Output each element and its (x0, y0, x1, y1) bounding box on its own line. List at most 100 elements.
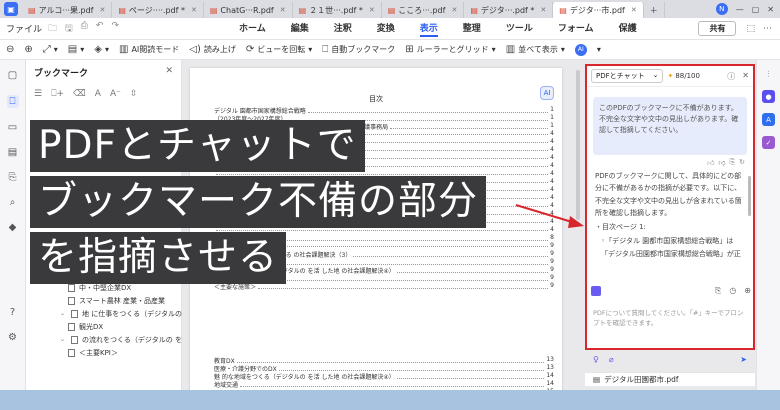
bookmark-item[interactable]: ＜主要KPI＞ (26, 346, 182, 359)
menu-item[interactable]: 整理 (463, 21, 481, 37)
new-chat-icon[interactable]: ⊕ (744, 286, 751, 296)
bookmark-label: ＜主要KPI＞ (79, 348, 118, 357)
undo-icon[interactable]: ↶ (96, 21, 104, 37)
print-icon[interactable]: ⎙ (81, 21, 88, 37)
tab-label: ChatG···R.pdf (220, 5, 274, 15)
menu-item[interactable]: 保護 (619, 21, 637, 37)
ai-assistant-icon[interactable]: ● (762, 90, 775, 103)
thumbnail-icon[interactable]: ▢ (8, 70, 17, 81)
ai-chat-badge-icon[interactable]: AI (540, 86, 554, 100)
check-icon[interactable]: ✓ (762, 136, 775, 149)
attach-icon[interactable]: ⌀ (609, 355, 614, 364)
help-circle-icon[interactable]: ⓘ (727, 71, 735, 82)
bookmark-item[interactable]: スマート農林 産業・品産業 (26, 294, 182, 307)
copy-answer-icon[interactable]: ⎘ (715, 286, 721, 296)
close-panel-icon[interactable]: ✕ (165, 66, 173, 79)
minimize-icon[interactable]: — (736, 5, 744, 14)
list-icon[interactable]: ☰ (34, 89, 42, 99)
font-larger-icon[interactable]: A (95, 89, 101, 99)
save-icon[interactable]: 🖫 (65, 21, 73, 37)
chevron-down-icon[interactable]: ⌄ (60, 310, 67, 317)
menu-item[interactable]: 注釈 (334, 21, 352, 37)
stack-icon[interactable]: ◆ (9, 222, 17, 233)
bookmark-item[interactable]: 観光DX (26, 320, 182, 333)
close-tab-icon[interactable]: ✕ (451, 6, 457, 14)
open-icon[interactable]: 🗀 (48, 21, 57, 37)
menu-item[interactable]: フォーム (558, 21, 594, 37)
add-bookmark-icon[interactable]: ⎕+ (51, 89, 64, 99)
chat-input[interactable]: PDFについて質問してください。「#」キーでプロンプトを確認できます。 (593, 308, 747, 329)
comment-icon[interactable]: ▭ (8, 122, 17, 133)
menu-item[interactable]: ツール (506, 21, 533, 37)
model-chip-icon[interactable] (591, 286, 601, 296)
share-button[interactable]: 共有 (698, 21, 737, 36)
notification-icon[interactable]: ⬚ (746, 24, 755, 34)
regenerate-icon[interactable]: ↻ (739, 158, 745, 167)
redo-icon[interactable]: ↷ (111, 21, 119, 37)
ai-read-mode-button[interactable]: ▥ AI閲読モード (119, 44, 179, 55)
thumbs-up-icon[interactable]: 👍︎ (707, 158, 714, 167)
tab-item[interactable]: ▤ ChatG···R.pdf ✕ (204, 2, 293, 18)
close-window-icon[interactable]: ✕ (767, 5, 774, 14)
delete-bookmark-icon[interactable]: ⌫ (73, 89, 86, 99)
tab-item[interactable]: ▤ こころ···.pdf ✕ (382, 2, 465, 18)
tab-item[interactable]: ▤ ページ····.pdf * ✕ (112, 2, 204, 18)
copy-icon[interactable]: ⎘ (730, 158, 736, 167)
new-tab-button[interactable]: ＋ (644, 2, 665, 18)
chevron-down-icon[interactable]: ⌄ (60, 336, 67, 343)
menu-item[interactable]: 変換 (377, 21, 395, 37)
search-icon[interactable]: ⌕ (10, 197, 16, 208)
maximize-icon[interactable]: ▢ (752, 5, 760, 14)
menu-item[interactable]: ホーム (239, 21, 266, 37)
answer-paragraph: PDFのブックマークに関して、具体的にどの部分に不備があるかの指摘が必要です。以… (595, 172, 742, 217)
file-chip[interactable]: ▤ デジタル田園都市.pdf (585, 372, 755, 386)
properties-icon[interactable]: ⫶ (767, 70, 769, 80)
bookmark-panel-icon[interactable]: ⎕ (6, 95, 19, 108)
bookmark-item[interactable]: ⌄ の流れをつくる（デジタルの を活 し (26, 333, 182, 346)
history-icon[interactable]: ◷ (729, 286, 736, 296)
fill-color-button[interactable]: ◈ ▾ (94, 44, 109, 55)
chat-mode-select[interactable]: PDFとチャット ⌄ (591, 69, 664, 83)
ai-button[interactable]: AI (574, 43, 587, 56)
auto-bookmark-button[interactable]: ⎕ 自動ブックマーク (322, 44, 395, 55)
bookmark-label: スマート農林 産業・品産業 (79, 296, 166, 305)
close-tab-icon[interactable]: ✕ (191, 6, 197, 14)
attachment-icon[interactable]: ⎘ (9, 172, 17, 183)
bookmark-item[interactable]: ⌄ 地 に仕事をつくる（デジタルの を活 (26, 307, 182, 320)
menu-item[interactable]: 表示 (419, 21, 438, 37)
close-tab-icon[interactable]: ✕ (99, 6, 105, 14)
help-icon[interactable]: ? (10, 307, 15, 318)
more-icon[interactable]: ⋯ (763, 24, 772, 34)
menu-item[interactable]: 編集 (291, 21, 309, 37)
close-tab-icon[interactable]: ✕ (631, 6, 637, 14)
read-aloud-button[interactable]: ◁) 読み上げ (189, 44, 236, 55)
close-tab-icon[interactable]: ✕ (540, 6, 546, 14)
settings-icon[interactable]: ⚙ (8, 332, 17, 343)
font-smaller-icon[interactable]: A⁻ (110, 89, 121, 99)
close-chat-icon[interactable]: ✕ (742, 71, 749, 82)
tab-item[interactable]: ▤ デジタ···.pdf * ✕ (464, 2, 554, 18)
prompt-icon[interactable]: ♀ (593, 355, 599, 364)
document-scrollbar[interactable] (576, 70, 580, 220)
layers-icon[interactable]: ▤ (8, 147, 17, 158)
file-menu[interactable]: ファイル (0, 22, 48, 35)
page-layout-button[interactable]: ▤ ▾ (68, 44, 84, 55)
expand-toolbar-button[interactable]: ▾ (597, 45, 601, 54)
tab-item[interactable]: ▤ アルコ···果.pdf ✕ (22, 2, 113, 18)
zoom-in-button[interactable]: ⊕ (24, 44, 32, 55)
chat-scrollbar[interactable] (748, 176, 751, 216)
send-icon[interactable]: ➤ (740, 355, 747, 364)
tab-item[interactable]: ▤ デジタ···市.pdf ✕ (553, 2, 644, 18)
ruler-grid-button[interactable]: ⊞ ルーラーとグリッド ▾ (405, 44, 495, 55)
close-tab-icon[interactable]: ✕ (369, 6, 375, 14)
rotate-view-button[interactable]: ⟳ ビューを回転 ▾ (246, 44, 312, 55)
avatar[interactable]: N (715, 3, 728, 15)
zoom-out-button[interactable]: ⊖ (6, 44, 14, 55)
tab-item[interactable]: ▤ ２１世···.pdf * ✕ (293, 2, 382, 18)
translate-icon[interactable]: A (762, 113, 775, 126)
thumbs-down-icon[interactable]: 👎︎ (718, 158, 725, 167)
fit-button[interactable]: ⤢ ▾ (43, 44, 58, 55)
arrange-view-button[interactable]: ▥ 並べて表示 ▾ (506, 44, 565, 55)
close-tab-icon[interactable]: ✕ (280, 6, 286, 14)
expand-icon[interactable]: ⇳ (130, 89, 138, 99)
